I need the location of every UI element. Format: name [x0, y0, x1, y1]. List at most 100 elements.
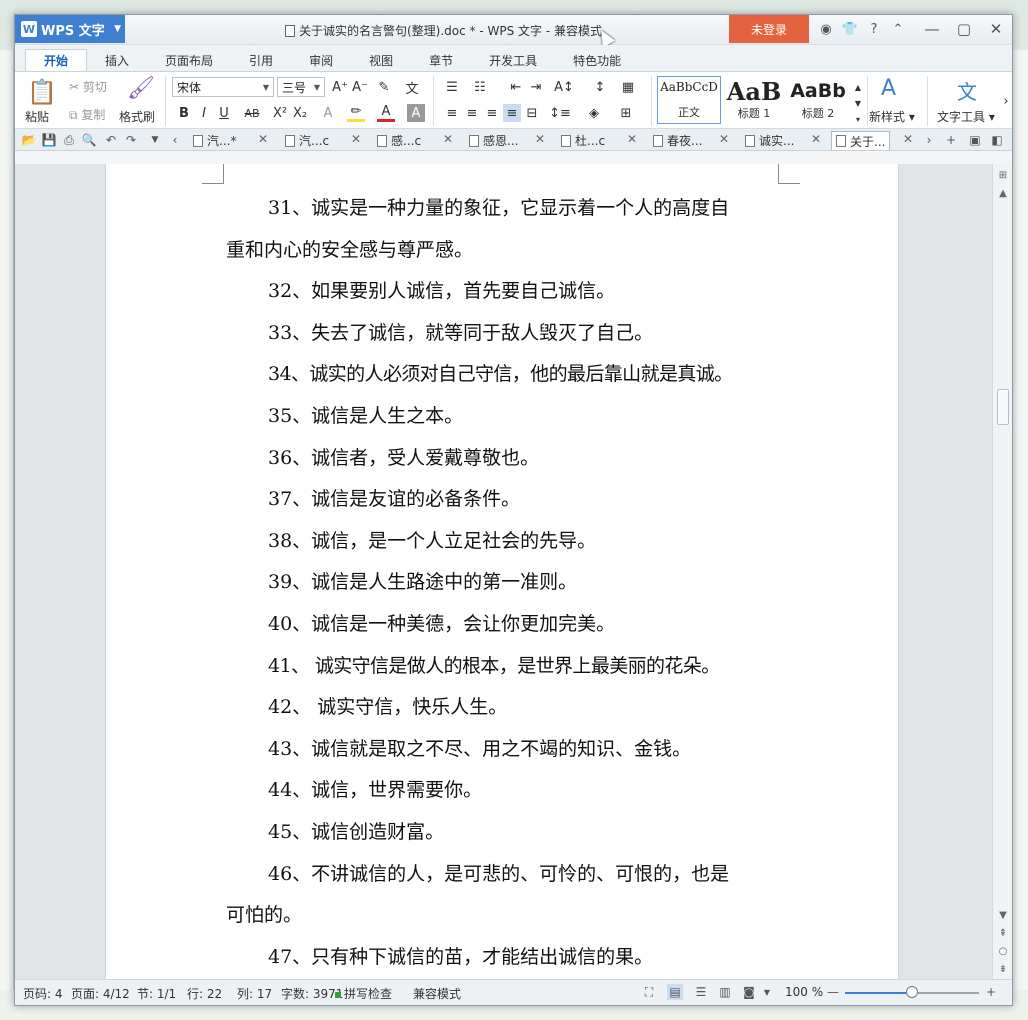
redo-icon[interactable]: ↷: [123, 132, 139, 148]
align-left-icon[interactable]: ≡: [443, 104, 461, 122]
phonetic-icon[interactable]: 文: [403, 78, 421, 97]
doc-tab[interactable]: 感...c: [377, 131, 421, 150]
zoom-slider-handle[interactable]: [906, 986, 918, 998]
font-color-icon[interactable]: A: [377, 104, 395, 122]
tab-menu-icon[interactable]: ◧: [989, 132, 1005, 148]
doc-tab[interactable]: 诚实...: [745, 131, 794, 150]
reading-view-icon[interactable]: ◙: [741, 984, 757, 1000]
table-border-icon[interactable]: ▦: [619, 78, 637, 96]
shrink-font-icon[interactable]: A⁻: [351, 78, 369, 96]
font-name-select[interactable]: 宋体 ▼: [172, 77, 274, 97]
superscript-icon[interactable]: X²: [271, 104, 289, 122]
zoom-in-icon[interactable]: +: [983, 984, 999, 1000]
align-right-icon[interactable]: ≡: [483, 104, 501, 122]
subscript-icon[interactable]: X₂: [291, 104, 309, 122]
maximize-icon[interactable]: ▢: [948, 15, 980, 43]
status-row[interactable]: 行: 22: [187, 985, 222, 1002]
bullet-list-icon[interactable]: ☰: [443, 78, 461, 96]
tab-start[interactable]: 开始: [25, 49, 88, 71]
tab-close-icon[interactable]: ✕: [719, 132, 729, 146]
doc-tab[interactable]: 感恩...: [469, 131, 518, 150]
collapse-ribbon-icon[interactable]: ⌃: [887, 19, 909, 39]
document-page[interactable]: 31、诚实是一种力量的象征，它显示着一个人的高度自 重和内心的安全感与尊严感。 …: [105, 164, 899, 980]
styles-more-icon[interactable]: ▾: [849, 110, 867, 128]
tab-list-icon[interactable]: ▣: [967, 132, 983, 148]
spell-check-toggle[interactable]: 拼写检查: [335, 985, 392, 1002]
numbered-list-icon[interactable]: ☷: [471, 78, 489, 96]
tab-developer[interactable]: 开发工具: [471, 49, 555, 71]
full-screen-icon[interactable]: ⛶: [641, 984, 657, 1000]
tab-references[interactable]: 引用: [231, 49, 291, 71]
copy-button[interactable]: ⧉ 复制: [69, 106, 105, 123]
scroll-thumb[interactable]: [997, 389, 1009, 425]
format-painter-button[interactable]: 格式刷: [119, 108, 155, 125]
increase-indent-icon[interactable]: ⇥: [527, 78, 545, 96]
tab-features[interactable]: 特色功能: [555, 49, 639, 71]
text-tools-icon[interactable]: 文: [957, 76, 977, 105]
doc-tab[interactable]: 杜...c: [561, 131, 605, 150]
italic-icon[interactable]: I: [195, 104, 213, 122]
document-area[interactable]: 31、诚实是一种力量的象征，它显示着一个人的高度自 重和内心的安全感与尊严感。 …: [15, 164, 994, 980]
tab-close-icon[interactable]: ✕: [811, 132, 821, 146]
tabs-scroll-left-icon[interactable]: ‹: [167, 132, 183, 148]
skin-icon[interactable]: ◉: [815, 19, 837, 39]
status-page-code[interactable]: 页码: 4: [23, 985, 63, 1002]
status-section[interactable]: 节: 1/1: [137, 985, 176, 1002]
scroll-down-icon[interactable]: ▼: [996, 908, 1010, 922]
tab-close-icon[interactable]: ✕: [627, 132, 637, 146]
style-heading-1[interactable]: AaB 标题 1: [723, 76, 785, 124]
tab-close-icon[interactable]: ✕: [535, 132, 545, 146]
next-page-icon[interactable]: ⇟: [996, 962, 1010, 976]
tab-insert[interactable]: 插入: [87, 49, 147, 71]
char-shading-icon[interactable]: A: [407, 104, 425, 122]
page-view-icon[interactable]: ▤: [667, 984, 683, 1000]
bold-icon[interactable]: B: [175, 104, 193, 122]
align-center-icon[interactable]: ≡: [463, 104, 481, 122]
distributed-align-icon[interactable]: ⊟: [523, 104, 541, 122]
cut-button[interactable]: ✂ 剪切: [69, 78, 107, 95]
print-preview-icon[interactable]: 🔍: [81, 132, 97, 148]
app-menu-button[interactable]: W WPS 文字 ▼: [15, 15, 125, 43]
ruler-toggle-icon[interactable]: ⊞: [996, 168, 1010, 182]
print-icon[interactable]: ⎙: [61, 132, 77, 148]
tab-close-icon[interactable]: ✕: [903, 132, 913, 146]
tab-close-icon[interactable]: ✕: [258, 132, 268, 146]
tab-page-layout[interactable]: 页面布局: [147, 49, 231, 71]
new-tab-icon[interactable]: +: [943, 132, 959, 148]
line-spacing-icon[interactable]: ↕≡: [549, 104, 571, 122]
doc-tab-active[interactable]: 关于...: [831, 131, 891, 150]
doc-tab[interactable]: 汽...*: [193, 131, 236, 150]
view-menu-icon[interactable]: ▼: [759, 984, 775, 1000]
save-icon[interactable]: 💾: [41, 132, 57, 148]
new-style-icon[interactable]: A: [881, 76, 896, 101]
tab-review[interactable]: 审阅: [291, 49, 351, 71]
paste-icon[interactable]: 📋: [27, 78, 57, 106]
tab-chapter[interactable]: 章节: [411, 49, 471, 71]
font-size-select[interactable]: 三号 ▼: [277, 77, 325, 97]
shading-icon[interactable]: ◈: [585, 104, 603, 122]
select-browse-object-icon[interactable]: ○: [996, 944, 1010, 958]
web-view-icon[interactable]: ▥: [717, 984, 733, 1000]
format-painter-icon[interactable]: 🖌: [127, 76, 155, 101]
text-tools-button[interactable]: 文字工具 ▾: [937, 108, 995, 125]
tab-close-icon[interactable]: ✕: [443, 132, 453, 146]
underline-icon[interactable]: U: [215, 104, 233, 122]
tab-view[interactable]: 视图: [351, 49, 411, 71]
quick-access-menu-icon[interactable]: ▼: [147, 132, 163, 148]
tab-close-icon[interactable]: ✕: [351, 132, 361, 146]
text-direction-icon[interactable]: A↕: [554, 78, 574, 96]
vertical-scrollbar[interactable]: ⊞ ▲ ▼ ⇞ ○ ⇟: [992, 164, 1012, 980]
minimize-icon[interactable]: —: [916, 15, 948, 43]
status-column[interactable]: 列: 17: [237, 985, 272, 1002]
ribbon-scroll-right-icon[interactable]: ›: [997, 92, 1015, 110]
tabs-scroll-right-icon[interactable]: ›: [921, 132, 937, 148]
align-justify-icon[interactable]: ≡: [503, 104, 521, 122]
zoom-level[interactable]: 100 %: [785, 985, 823, 999]
status-pages[interactable]: 页面: 4/12: [71, 985, 130, 1002]
strikethrough-icon[interactable]: AB: [243, 104, 261, 122]
sort-icon[interactable]: ↕: [591, 78, 609, 96]
shirt-icon[interactable]: 👕: [839, 19, 861, 39]
new-style-button[interactable]: 新样式 ▾: [869, 108, 915, 125]
help-icon[interactable]: ?: [863, 19, 885, 39]
grow-font-icon[interactable]: A⁺: [331, 78, 349, 96]
